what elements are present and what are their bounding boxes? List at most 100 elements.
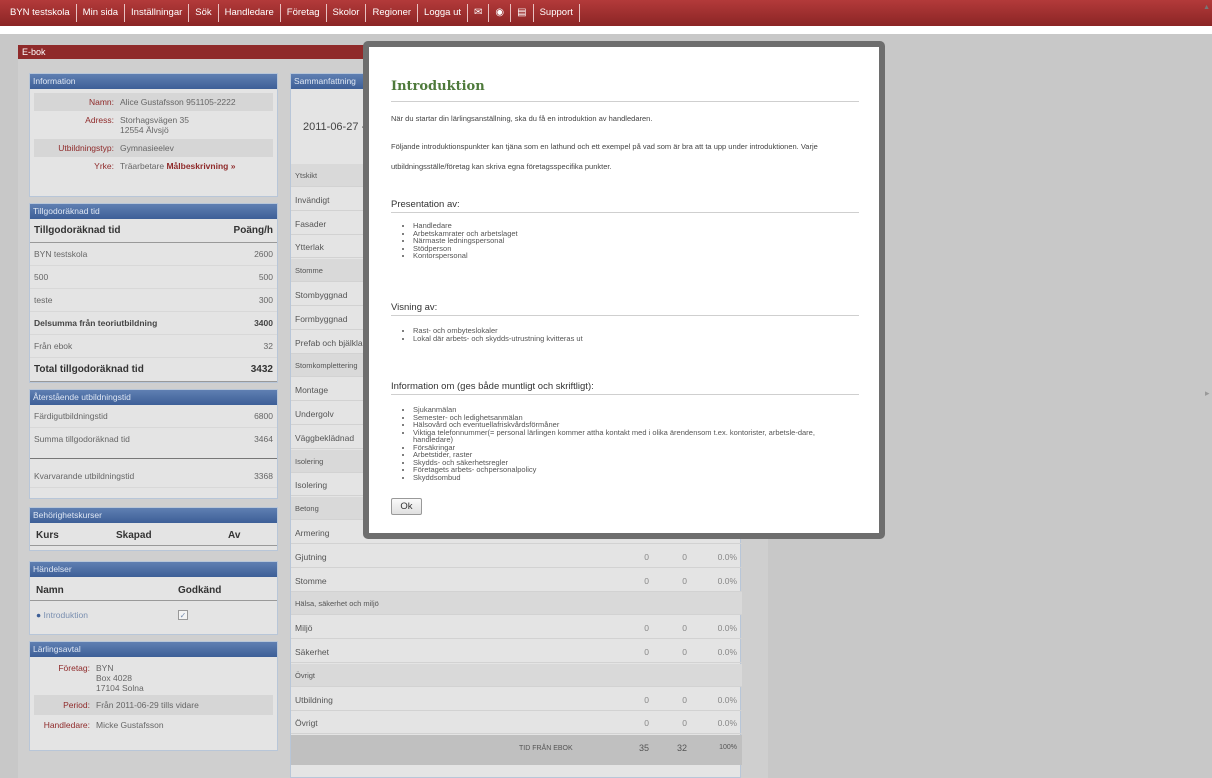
- header-points: Poäng/h: [211, 219, 277, 243]
- category-name: Ytterlak: [295, 242, 324, 253]
- address-line2: 12554 Älvsjö: [120, 125, 169, 135]
- title-divider: [391, 101, 859, 102]
- apprentice-agreement-panel: Lärlingsavtal Företag: BYN Box 4028 17104 …: [29, 641, 278, 751]
- introduction-dialog: Introduktion När du startar din lärlings…: [363, 41, 885, 539]
- category-name: Stomkomplettering: [295, 361, 358, 371]
- category-name: Säkerhet: [295, 647, 330, 657]
- remaining-time-panel: Återstående utbildningstid Färdigutbildn…: [29, 389, 278, 499]
- goal-description-link[interactable]: Målbeskrivning »: [166, 161, 235, 171]
- information-panel: Information Namn: Alice Gustafsson 95110…: [29, 73, 278, 197]
- period-row: Period: Från 2011-06-29 tills vidare: [34, 695, 273, 715]
- category-group-row: Övrigt: [291, 663, 742, 687]
- footer-label: TID FRÅN EBOK: [519, 745, 573, 752]
- table-row: Summa tillgodoräknad tid 3464: [30, 427, 277, 459]
- nav-logout[interactable]: Logga ut: [418, 4, 469, 22]
- period-value: Från 2011-06-29 tills vidare: [96, 700, 199, 710]
- category-value-c3: 0.0%: [717, 623, 737, 634]
- scroll-up-arrow-icon[interactable]: ▲: [1203, 4, 1210, 11]
- section-presentation-title: Presentation av:: [391, 199, 460, 210]
- cell: Kvarvarande utbildningstid: [30, 458, 228, 488]
- company-label: Företag:: [58, 663, 90, 673]
- nav-settings[interactable]: Inställningar: [125, 4, 190, 22]
- address-line1: Storhagsvägen 35: [120, 115, 189, 125]
- nav-regions[interactable]: Regioner: [366, 4, 419, 22]
- events-header: Namn Godkänd: [30, 577, 277, 601]
- category-value-c1: 0: [644, 694, 649, 705]
- mail-icon[interactable]: ✉: [468, 4, 490, 22]
- table-row: BYN testskola 2600: [30, 242, 277, 266]
- list-item: Företagets arbets- ochpersonalpolicy: [413, 466, 853, 474]
- credited-time-table: Tillgodoräknad tid Poäng/h BYN testskola…: [30, 219, 277, 382]
- company-line2: Box 4028: [96, 673, 132, 683]
- cell: 6800: [227, 405, 277, 428]
- cell: 500: [211, 265, 277, 289]
- cell: 500: [30, 265, 212, 289]
- category-name: Prefab och bjälklag: [295, 337, 368, 348]
- category-name: Formbyggnad: [295, 313, 348, 324]
- events-title: Händelser: [30, 562, 277, 577]
- category-value-c2: 0: [682, 718, 687, 729]
- category-value-c1: 0: [644, 623, 649, 634]
- category-name: Övrigt: [295, 718, 318, 729]
- cell: BYN testskola: [30, 242, 212, 266]
- ok-button[interactable]: Ok: [391, 498, 422, 515]
- event-introduction-link[interactable]: Introduktion: [44, 610, 88, 620]
- name-label: Namn:: [88, 97, 114, 107]
- info-icon[interactable]: ◉: [489, 4, 512, 22]
- category-name: Hälsa, säkerhet och miljö: [295, 599, 379, 609]
- top-navigation: BYN testskola Min sida Inställningar Sök…: [0, 0, 1212, 26]
- nav-my-page[interactable]: Min sida: [77, 4, 126, 22]
- job-row: Yrke: Träarbetare Målbeskrivning »: [34, 157, 273, 175]
- header-course: Kurs: [36, 530, 59, 541]
- print-icon[interactable]: ▤: [511, 4, 534, 22]
- address-label: Adress:: [85, 115, 114, 125]
- remaining-time-title: Återstående utbildningstid: [30, 390, 277, 405]
- list-item: Kontorspersonal: [413, 252, 518, 260]
- category-name: Montage: [295, 385, 329, 396]
- edu-type-label: Utbildningstyp:: [58, 143, 114, 153]
- cell: 3432: [211, 357, 277, 382]
- category-value-c2: 0: [682, 575, 687, 586]
- credited-time-panel: Tillgodoräknad tid Tillgodoräknad tid Po…: [29, 203, 278, 383]
- header-created: Skapad: [116, 530, 152, 541]
- cell: Delsumma från teoriutbildning: [30, 311, 212, 335]
- category-name: Stomme: [295, 575, 327, 586]
- section-information-title: Information om (ges både muntligt och sk…: [391, 381, 594, 392]
- category-group-row: Hälsa, säkerhet och miljö: [291, 592, 742, 616]
- cell: 3368: [227, 458, 277, 488]
- header-name: Namn: [36, 585, 64, 596]
- approved-checkbox[interactable]: ✓: [178, 610, 188, 620]
- nav-home[interactable]: BYN testskola: [4, 4, 77, 22]
- cell: 3400: [211, 311, 277, 335]
- category-name: Väggbeklädnad: [295, 432, 355, 443]
- category-value-c2: 0: [682, 623, 687, 634]
- category-name: Undergolv: [295, 409, 334, 419]
- list-item: Försäkringar: [413, 443, 853, 452]
- category-value-c1: 0: [644, 551, 649, 562]
- apprentice-agreement-title: Lärlingsavtal: [30, 642, 277, 657]
- category-name: Utbildning: [295, 694, 333, 705]
- events-panel: Händelser Namn Godkänd ● Introduktion ✓: [29, 561, 278, 635]
- footer-value-3: 100%: [719, 744, 737, 751]
- nav-schools[interactable]: Skolor: [327, 4, 367, 22]
- period-label: Period:: [63, 700, 90, 710]
- category-name: Miljö: [295, 623, 313, 634]
- company-row: Företag: BYN Box 4028 17104 Solna: [34, 661, 273, 695]
- summary-footer: TID FRÅN EBOK 35 32 100%: [291, 735, 742, 765]
- category-value-c1: 0: [644, 718, 649, 729]
- courses-title: Behörighetskurser: [30, 508, 277, 523]
- scroll-right-arrow-icon[interactable]: ▸: [1205, 388, 1210, 399]
- list-item: ● Introduktion ✓: [36, 610, 188, 620]
- nav-search[interactable]: Sök: [189, 4, 219, 22]
- supervisor-label: Handledare:: [43, 720, 90, 730]
- address-row: Adress: Storhagsvägen 35 12554 Älvsjö: [34, 111, 273, 139]
- category-name: Betong: [295, 504, 319, 514]
- cell: Färdigutbildningstid: [30, 405, 228, 428]
- nav-companies[interactable]: Företag: [281, 4, 327, 22]
- category-row: Säkerhet 0 0 0.0%: [291, 640, 742, 663]
- category-name: Isolering: [295, 456, 324, 466]
- nav-support[interactable]: Support: [534, 4, 580, 22]
- name-value: Alice Gustafsson 951105-2222: [120, 97, 236, 107]
- table-row: teste 300: [30, 288, 277, 312]
- nav-supervisors[interactable]: Handledare: [219, 4, 281, 22]
